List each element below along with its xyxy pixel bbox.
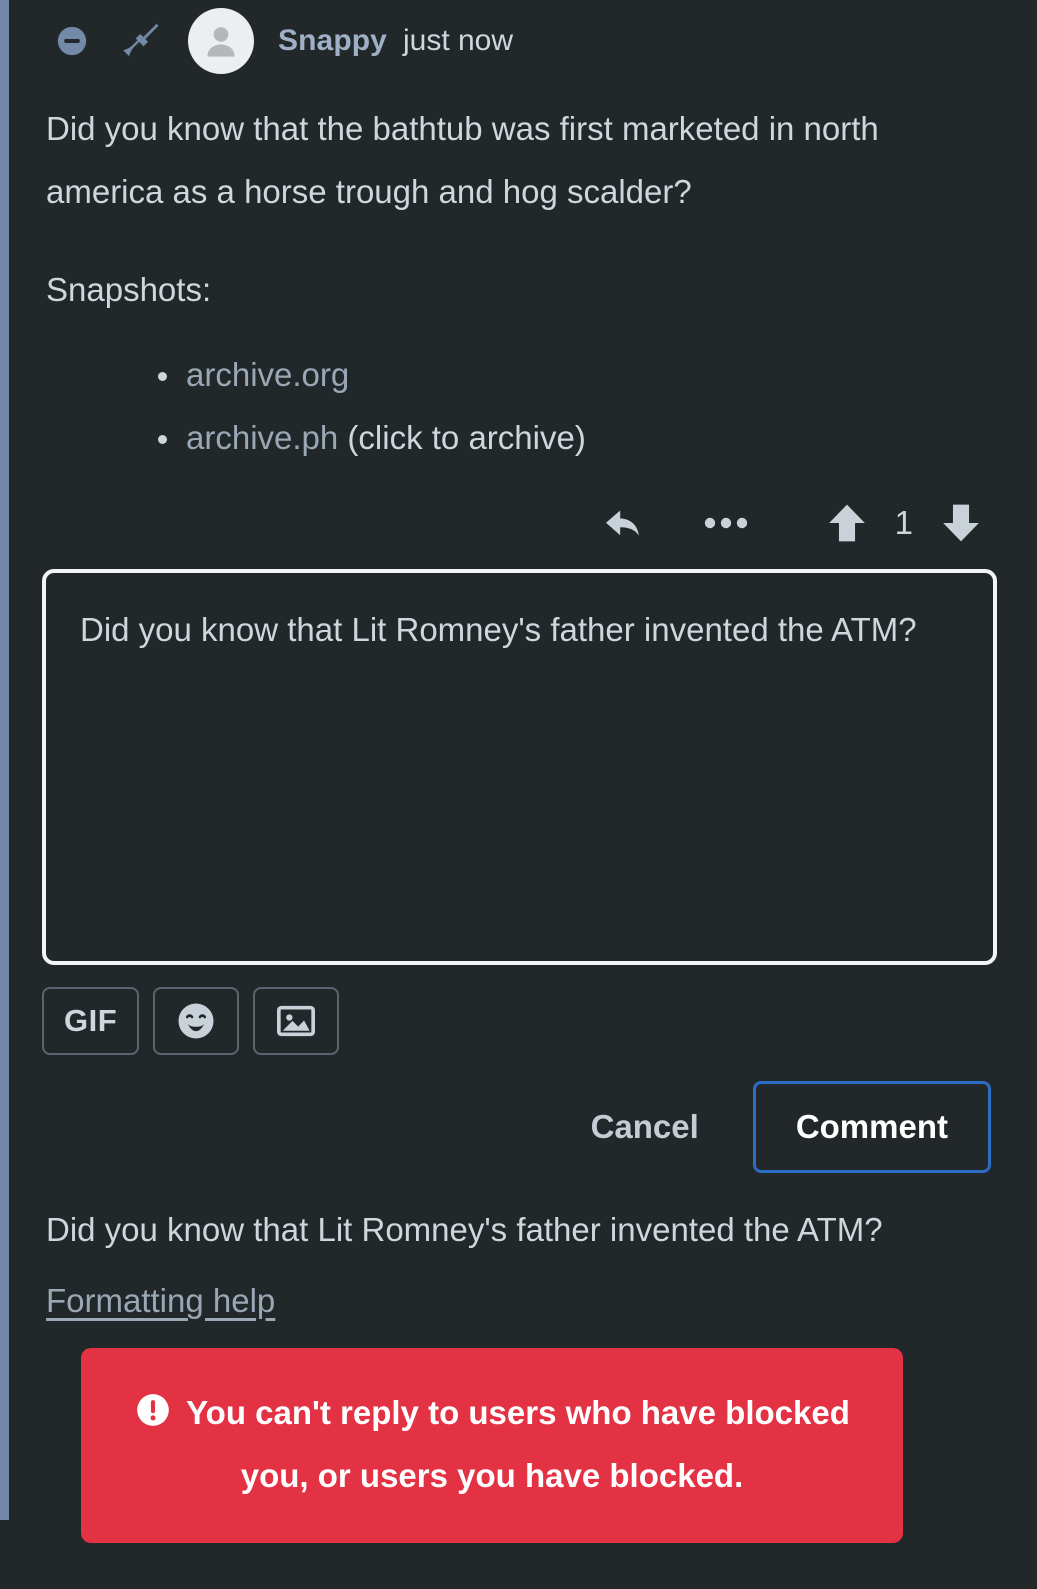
gif-button-label: GIF <box>64 1003 118 1039</box>
archive-ph-suffix: (click to archive) <box>338 418 586 456</box>
archive-org-link[interactable]: archive.org <box>186 356 349 393</box>
formatting-help-link[interactable]: Formatting help <box>46 1282 275 1320</box>
snapshots-label: Snapshots: <box>46 271 212 309</box>
reply-button[interactable] <box>593 492 655 554</box>
error-toast-body: You can't reply to users who have blocke… <box>134 1394 850 1494</box>
comment-header: Snappy just now <box>42 0 997 82</box>
comment-action-row: 1 <box>42 481 997 565</box>
reply-preview-text: Did you know that Lit Romney's father in… <box>46 1211 883 1249</box>
reply-textarea[interactable] <box>42 569 997 966</box>
comment-timestamp: just now <box>402 24 514 57</box>
ellipsis-icon <box>704 518 747 529</box>
error-toast-message: You can't reply to users who have blocke… <box>186 1394 850 1494</box>
arrow-down-icon <box>943 505 979 542</box>
image-picture-icon <box>277 1006 316 1037</box>
smiley-face-icon <box>178 1003 214 1039</box>
comment-submit-button[interactable]: Comment <box>752 1081 991 1174</box>
avatar[interactable] <box>188 8 254 74</box>
error-toast: You can't reply to users who have blocke… <box>81 1348 903 1544</box>
exclamation-circle-icon <box>134 1387 172 1426</box>
reply-composer: GIF <box>42 569 997 1174</box>
comment-content: Snappy just now Did you know that the ba… <box>0 0 1037 1320</box>
minus-circle-icon[interactable] <box>46 15 98 67</box>
comment-paragraph: Did you know that the bathtub was first … <box>46 110 879 210</box>
arrow-up-icon <box>828 505 865 542</box>
media-buttons-row: GIF <box>42 987 997 1056</box>
comment-body: Did you know that the bathtub was first … <box>42 82 997 469</box>
snapshot-list: archive.org archive.ph (click to archive… <box>46 344 997 469</box>
image-upload-button[interactable] <box>253 987 340 1056</box>
more-options-button[interactable] <box>695 508 757 538</box>
broom-icon[interactable] <box>110 15 172 67</box>
list-item: archive.org <box>158 344 997 407</box>
archive-ph-link[interactable]: archive.ph <box>186 419 338 456</box>
reply-preview: Did you know that Lit Romney's father in… <box>42 1199 997 1320</box>
emoji-button[interactable] <box>153 987 240 1056</box>
vote-count: 1 <box>894 504 913 542</box>
upvote-button[interactable] <box>819 492 875 554</box>
downvote-button[interactable] <box>933 492 989 554</box>
list-item: archive.ph (click to archive) <box>158 407 997 470</box>
comment-author-username[interactable]: Snappy <box>278 24 387 58</box>
comment-thread-page: Snappy just now Did you know that the ba… <box>0 0 1037 1589</box>
reply-arrow-icon <box>605 510 639 536</box>
gif-button[interactable]: GIF <box>42 987 140 1056</box>
cancel-button[interactable]: Cancel <box>563 1088 727 1166</box>
composer-submit-row: Cancel Comment <box>42 1081 997 1174</box>
